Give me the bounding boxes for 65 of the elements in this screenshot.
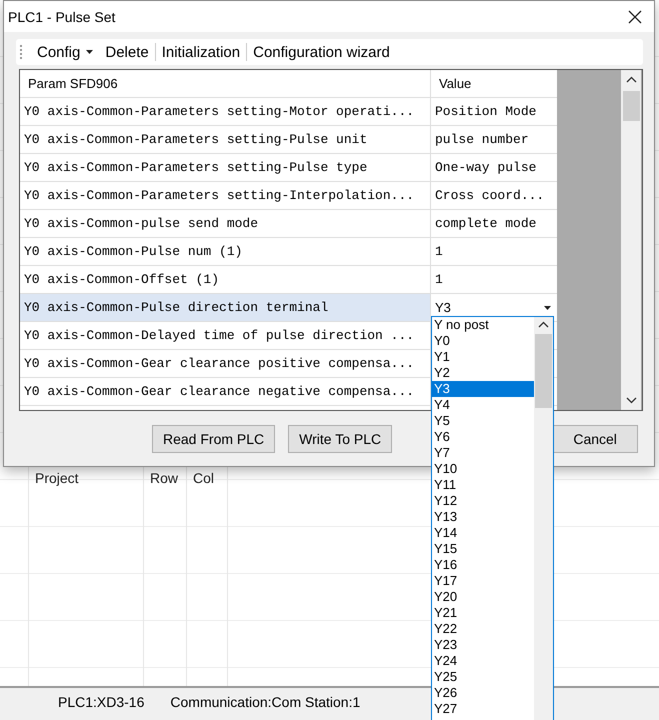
table-cell-text: Cross coord... bbox=[434, 187, 546, 205]
table-row[interactable]: Y0 axis-Common-Parameters setting-Motor operati... Position Mode bbox=[20, 98, 557, 126]
dropdown-option[interactable]: Y21 bbox=[432, 605, 534, 621]
dropdown-option[interactable]: Y1 bbox=[432, 349, 534, 365]
dropdown-option[interactable]: Y15 bbox=[432, 541, 534, 557]
scrollbar[interactable] bbox=[621, 70, 641, 410]
dropdown-option[interactable]: Y2 bbox=[432, 365, 534, 381]
dropdown-option[interactable]: Y23 bbox=[432, 637, 534, 653]
toolbar-button[interactable]: Config bbox=[31, 44, 100, 60]
window-title: PLC1 - Pulse Set bbox=[8, 8, 116, 24]
table-cell: Y0 axis-Common-Parameters setting-Motor operati... bbox=[20, 98, 431, 125]
column-header: Param SFD906 bbox=[20, 70, 431, 97]
dropdown-option[interactable]: Y22 bbox=[432, 621, 534, 637]
dropdown-option[interactable]: Y6 bbox=[432, 429, 534, 445]
dropdown-option[interactable]: Y16 bbox=[432, 557, 534, 573]
close-icon[interactable] bbox=[628, 10, 642, 24]
table-row[interactable]: Y0 axis-Common-Parameters setting-Pulse unit pulse number bbox=[20, 126, 557, 154]
scroll-thumb[interactable] bbox=[535, 334, 552, 408]
dropdown-option[interactable]: Y24 bbox=[432, 653, 534, 669]
scrollbar[interactable] bbox=[534, 317, 553, 720]
dropdown-option[interactable]: Y11 bbox=[432, 477, 534, 493]
table-cell-text: 1 bbox=[434, 243, 444, 261]
column-header: Col bbox=[192, 470, 214, 486]
toolbar-button[interactable]: Delete bbox=[99, 44, 155, 60]
caret-icon bbox=[544, 306, 551, 310]
table-cell-text: Position Mode bbox=[434, 103, 538, 121]
column-header: Row bbox=[149, 470, 178, 486]
dialog-button[interactable]: Write To PLC bbox=[288, 425, 392, 453]
table-row[interactable]: Y0 axis-Common-Parameters setting-Pulse type One-way pulse bbox=[20, 154, 557, 182]
dropdown-option[interactable]: Y3 bbox=[432, 381, 534, 397]
dropdown-option[interactable]: Y25 bbox=[432, 669, 534, 685]
dropdown-option[interactable]: Y17 bbox=[432, 573, 534, 589]
table-cell: Y0 axis-Common-pulse send mode bbox=[20, 210, 431, 237]
dropdown-option[interactable]: Y26 bbox=[432, 685, 534, 701]
toolbar-button[interactable]: Configuration wizard bbox=[247, 44, 396, 60]
table-cell: Y0 axis-Common-Parameters setting-Pulse type bbox=[20, 154, 431, 181]
table-cell-text: 1 bbox=[434, 271, 444, 289]
table-row[interactable]: Y0 axis-Common-Pulse num (1) 1 bbox=[20, 238, 557, 266]
table-cell: Y0 axis-Common-Parameters setting-Interpolation... bbox=[20, 182, 431, 209]
table-cell-text: complete mode bbox=[434, 215, 538, 233]
toolbar-button[interactable]: Initialization bbox=[156, 44, 246, 60]
scroll-thumb[interactable] bbox=[622, 91, 640, 121]
table-cell-text: One-way pulse bbox=[434, 159, 538, 177]
grip-icon bbox=[20, 45, 23, 59]
column-header: Value bbox=[438, 75, 472, 93]
dropdown-option[interactable]: Y13 bbox=[432, 509, 534, 525]
dropdown-option[interactable]: Y5 bbox=[432, 413, 534, 429]
table-cell: Y0 axis-Common-Parameters setting-Pulse unit bbox=[20, 126, 431, 153]
dropdown-option[interactable]: Y10 bbox=[432, 461, 534, 477]
dropdown-option[interactable]: Y12 bbox=[432, 493, 534, 509]
table-row[interactable]: Y0 axis-Common-pulse send mode complete mode bbox=[20, 210, 557, 238]
dropdown-option[interactable]: Y14 bbox=[432, 525, 534, 541]
dialog-button[interactable]: Cancel bbox=[552, 425, 638, 453]
table-cell: Y0 axis-Common-Offset (1) bbox=[20, 266, 431, 293]
status-text: Communication:Com Station:1 bbox=[170, 694, 360, 710]
table-cell-text: pulse number bbox=[434, 131, 530, 149]
table-row[interactable]: Y0 axis-Common-Parameters setting-Interpolation... Cross coord... bbox=[20, 182, 557, 210]
dropdown-option[interactable]: Y20 bbox=[432, 589, 534, 605]
status-text: PLC1:XD3-16 bbox=[58, 694, 144, 710]
column-header: Project bbox=[34, 470, 79, 486]
table-cell: Y0 axis-Common-Pulse num (1) bbox=[20, 238, 431, 265]
dropdown-option[interactable]: Y0 bbox=[432, 333, 534, 349]
dropdown-option[interactable]: Y27 bbox=[432, 701, 534, 717]
dialog-button[interactable]: Read From PLC bbox=[152, 425, 276, 453]
dropdown-option[interactable]: Y7 bbox=[432, 445, 534, 461]
